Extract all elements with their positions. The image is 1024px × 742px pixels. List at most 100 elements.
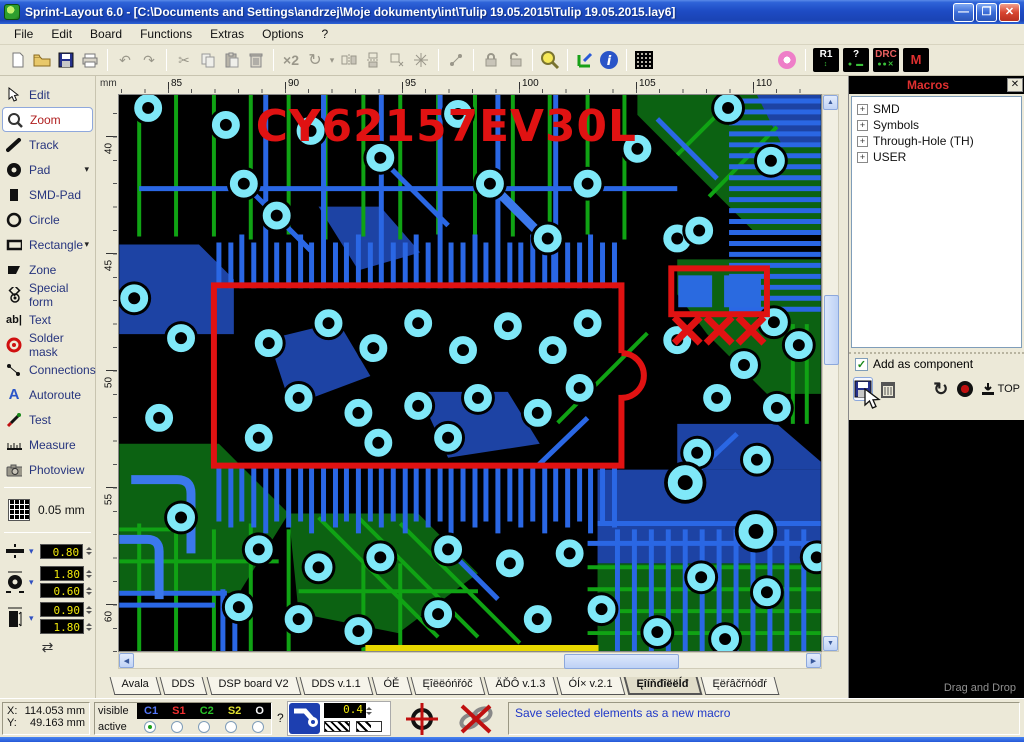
mirror-macro-button[interactable] bbox=[956, 377, 975, 401]
expand-plus-icon[interactable]: + bbox=[857, 136, 868, 147]
expand-plus-icon[interactable]: + bbox=[857, 152, 868, 163]
trace-width-spinner[interactable] bbox=[366, 703, 373, 718]
active-layer-c1-radio[interactable] bbox=[144, 721, 156, 733]
horizontal-scroll-thumb[interactable] bbox=[564, 654, 679, 669]
trace-style-icon[interactable] bbox=[289, 703, 320, 734]
layer-o-label[interactable]: O bbox=[255, 705, 264, 717]
mirror-vertical-icon[interactable] bbox=[361, 48, 385, 72]
tab-um[interactable]: ÓĚ bbox=[372, 677, 413, 695]
tab-klavisura[interactable]: Ęëŕâčřńóđŕ bbox=[701, 677, 780, 695]
open-file-icon[interactable] bbox=[30, 48, 54, 72]
close-button[interactable]: ✕ bbox=[999, 3, 1020, 22]
tool-autoroute[interactable]: A Autoroute bbox=[0, 382, 95, 407]
print-icon[interactable] bbox=[78, 48, 102, 72]
layer-s1-label[interactable]: S1 bbox=[172, 705, 185, 717]
pad-drill-value[interactable]: 0.60 bbox=[40, 583, 84, 598]
tab-kontroller[interactable]: Ęîíňđîëëĺđ bbox=[624, 677, 703, 695]
pad-drill-spinner[interactable] bbox=[86, 583, 93, 598]
undo-icon[interactable]: ↶ bbox=[113, 48, 137, 72]
copy-icon[interactable] bbox=[196, 48, 220, 72]
menu-extras[interactable]: Extras bbox=[202, 25, 252, 43]
measure-xy-icon[interactable] bbox=[573, 48, 597, 72]
rotate-macro-button[interactable]: ↻ bbox=[932, 377, 951, 401]
tool-rectangle[interactable]: Rectangle ▾ bbox=[0, 232, 95, 257]
tab-dsp-board-v2[interactable]: DSP board V2 bbox=[206, 677, 301, 695]
track-width-dropdown[interactable]: ▾ bbox=[29, 546, 37, 557]
tool-zone[interactable]: Zone bbox=[0, 257, 95, 282]
connections-mode-icon[interactable] bbox=[444, 48, 468, 72]
cut-icon[interactable]: ✂ bbox=[172, 48, 196, 72]
tab-unch-v21[interactable]: ÓÍ× v.2.1 bbox=[557, 677, 626, 695]
tool-measure[interactable]: Measure bbox=[0, 432, 95, 457]
grid-selector[interactable]: 0.05 mm bbox=[0, 493, 95, 527]
snap-icon[interactable] bbox=[385, 48, 409, 72]
ground-plane-icon[interactable] bbox=[632, 48, 656, 72]
tool-edit[interactable]: Edit bbox=[0, 82, 95, 107]
smd-width-value[interactable]: 0.90 bbox=[40, 602, 84, 617]
paste-icon[interactable] bbox=[220, 48, 244, 72]
add-as-component-row[interactable]: ✓ Add as component bbox=[855, 357, 973, 371]
lock-icon[interactable] bbox=[479, 48, 503, 72]
pcb-canvas[interactable]: CY62157EV30L bbox=[118, 94, 822, 652]
rotate-dropdown-arrow[interactable]: ▾ bbox=[327, 48, 337, 72]
unlock-icon[interactable] bbox=[503, 48, 527, 72]
swap-dimensions-icon[interactable]: ⇄ bbox=[0, 636, 95, 656]
tab-dds-v11[interactable]: DDS v.1.1 bbox=[299, 677, 373, 695]
hatch-half-swatch[interactable] bbox=[356, 721, 382, 732]
tab-dds[interactable]: DDS bbox=[160, 677, 208, 695]
pad-size-dropdown[interactable]: ▾ bbox=[29, 577, 37, 588]
track-width-value[interactable]: 0.80 bbox=[40, 544, 83, 559]
tool-solder-mask[interactable]: Solder mask bbox=[0, 332, 95, 357]
rectangle-dropdown-arrow[interactable]: ▾ bbox=[84, 239, 89, 250]
tab-kollusruc[interactable]: Ęîëëóńřóč bbox=[410, 677, 485, 695]
tool-special-form[interactable]: Special form bbox=[0, 282, 95, 307]
tool-circle[interactable]: Circle bbox=[0, 207, 95, 232]
title-bar[interactable]: Sprint-Layout 6.0 - [C:\Documents and Se… bbox=[0, 0, 1024, 24]
minimize-button[interactable]: — bbox=[953, 3, 974, 22]
zoom-search-icon[interactable] bbox=[538, 48, 562, 72]
vertical-scrollbar[interactable]: ▲ ▼ bbox=[822, 94, 839, 652]
new-file-icon[interactable] bbox=[6, 48, 30, 72]
tab-avala[interactable]: Avala bbox=[110, 677, 162, 695]
tree-item-through-hole[interactable]: + Through-Hole (TH) bbox=[854, 133, 1019, 149]
smd-height-spinner[interactable] bbox=[86, 619, 93, 634]
current-trace-width[interactable]: 0.4 bbox=[324, 703, 366, 718]
redo-icon[interactable]: ↷ bbox=[137, 48, 161, 72]
tree-item-symbols[interactable]: + Symbols bbox=[854, 117, 1019, 133]
scroll-up-button[interactable]: ▲ bbox=[823, 95, 838, 110]
mirror-horizontal-icon[interactable] bbox=[337, 48, 361, 72]
track-width-spinner[interactable] bbox=[86, 544, 93, 559]
silkscreen-text[interactable]: CY62157EV30L bbox=[256, 101, 637, 152]
maximize-button[interactable]: ❐ bbox=[976, 3, 997, 22]
smd-height-value[interactable]: 1.80 bbox=[40, 619, 84, 634]
add-as-component-checkbox[interactable]: ✓ bbox=[855, 358, 868, 371]
scroll-right-button[interactable]: ▶ bbox=[806, 653, 821, 668]
tool-track[interactable]: Track bbox=[0, 132, 95, 157]
smd-pad-1[interactable] bbox=[678, 275, 712, 307]
macro-button[interactable]: M bbox=[903, 48, 929, 72]
no-connection-icon[interactable] bbox=[452, 701, 500, 736]
expand-plus-icon[interactable]: + bbox=[857, 104, 868, 115]
smd-size-dropdown[interactable]: ▾ bbox=[29, 613, 37, 624]
save-icon[interactable] bbox=[54, 48, 78, 72]
tool-smd-pad[interactable]: SMD-Pad bbox=[0, 182, 95, 207]
menu-help[interactable]: ? bbox=[313, 25, 336, 43]
drc-button[interactable]: DRC●●✕ bbox=[873, 48, 899, 72]
footprint-wizard-button[interactable]: R1↕ bbox=[813, 48, 839, 72]
top-layer-button[interactable]: TOP bbox=[981, 382, 1020, 396]
pad-diameter-value[interactable]: 1.80 bbox=[40, 566, 84, 581]
scroll-down-button[interactable]: ▼ bbox=[823, 636, 838, 651]
tool-connections[interactable]: Connections bbox=[0, 357, 95, 382]
smd-width-spinner[interactable] bbox=[86, 602, 93, 617]
tree-item-smd[interactable]: + SMD bbox=[854, 101, 1019, 117]
tree-item-user[interactable]: + USER bbox=[854, 149, 1019, 165]
info-icon[interactable]: i bbox=[597, 48, 621, 72]
hatch-fill-swatch[interactable] bbox=[324, 721, 350, 732]
active-layer-s1-radio[interactable] bbox=[171, 721, 183, 733]
menu-options[interactable]: Options bbox=[254, 25, 311, 43]
macros-close-button[interactable]: ✕ bbox=[1007, 78, 1023, 92]
smd-pad-2[interactable] bbox=[724, 275, 761, 307]
crosshair-snap-icon[interactable] bbox=[398, 701, 446, 736]
tool-photoview[interactable]: Photoview bbox=[0, 457, 95, 482]
active-layer-s2-radio[interactable] bbox=[225, 721, 237, 733]
